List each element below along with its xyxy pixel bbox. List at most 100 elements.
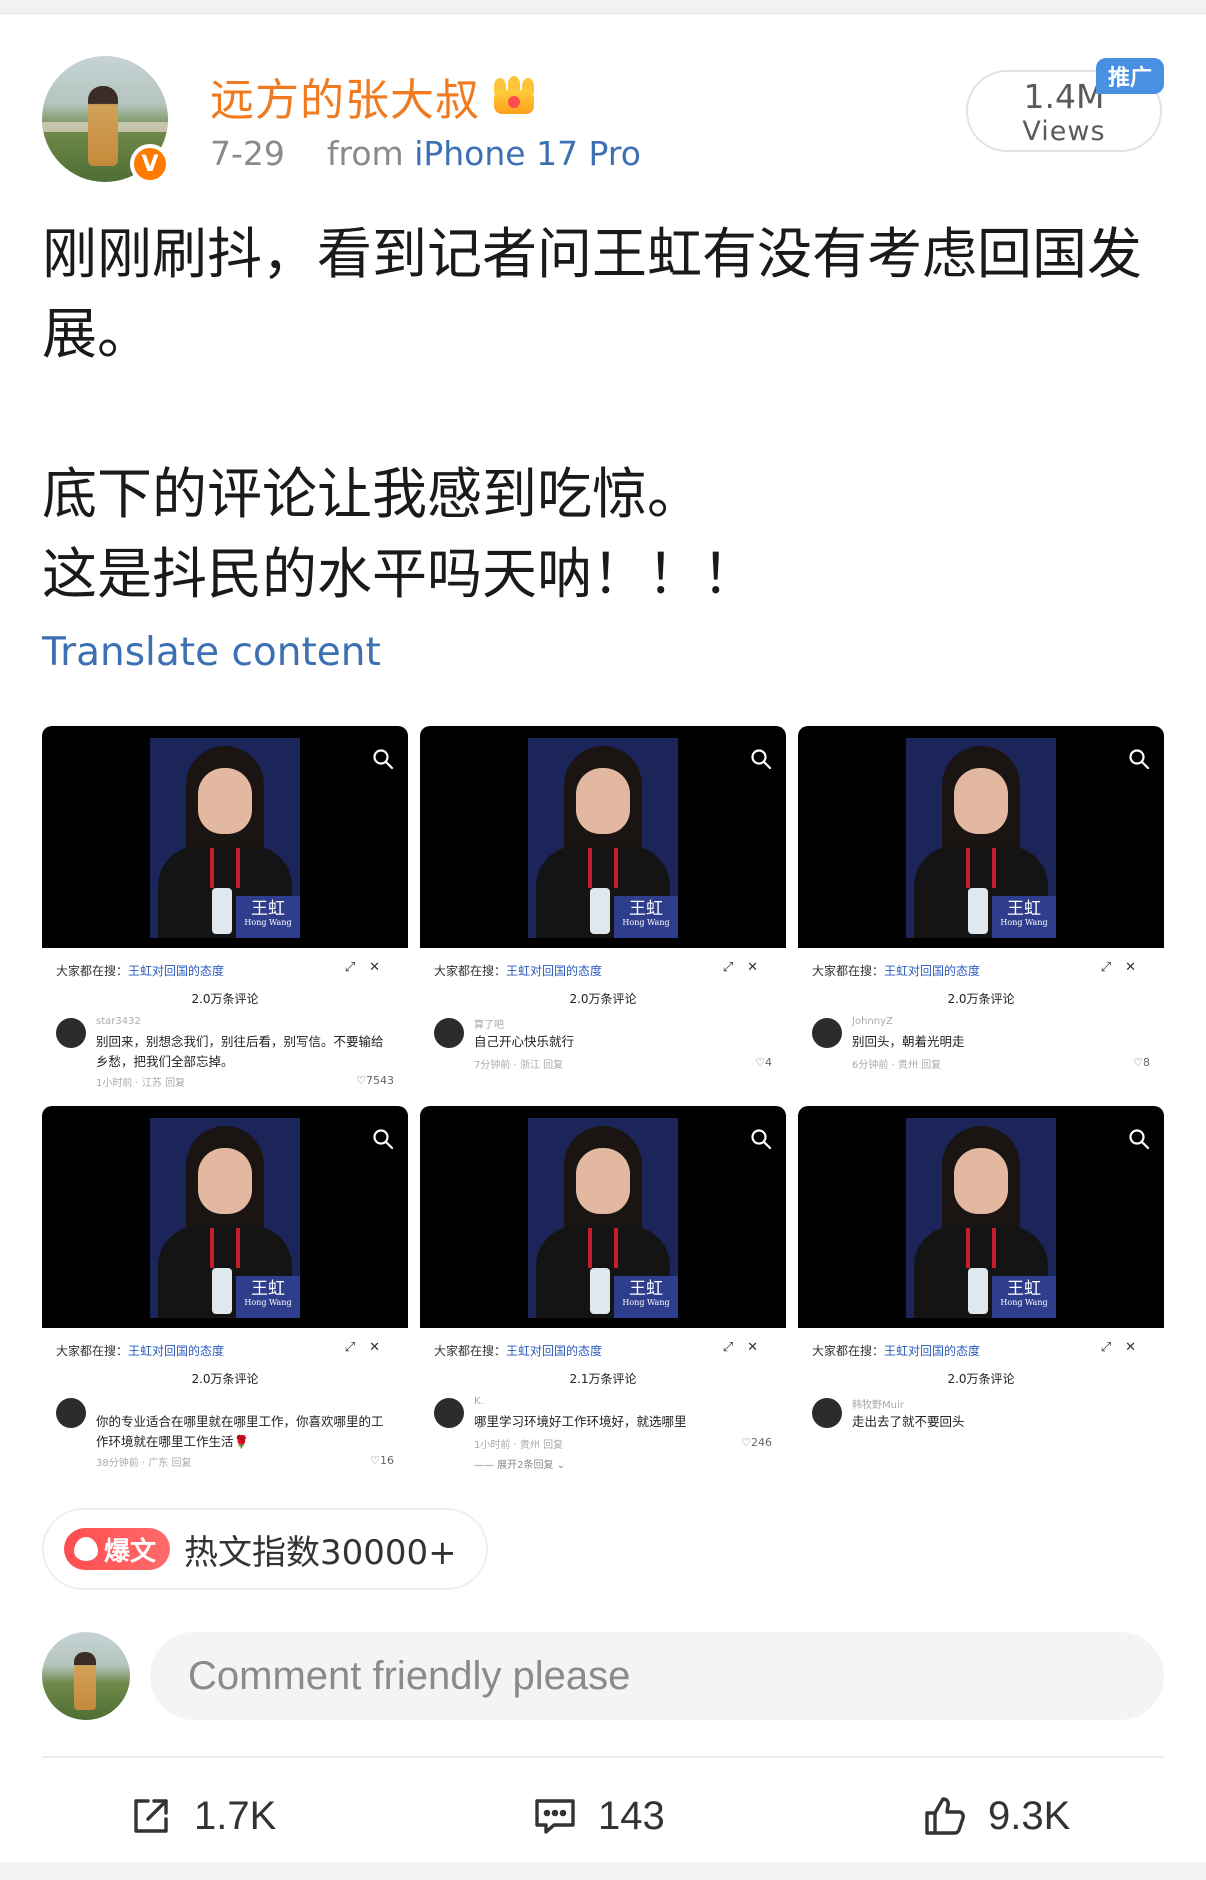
device-source[interactable]: iPhone 17 Pro — [414, 134, 641, 173]
comment-total: 2.0万条评论 — [947, 1372, 1015, 1386]
comment-panel: 大家都在搜：王虹对回国的态度 ⤢✕ 2.0万条评论韩牧野Muir 走出去了就不要回头 — [798, 1328, 1164, 1474]
my-avatar — [42, 1632, 130, 1720]
views-label: Views — [1022, 116, 1106, 147]
search-suggestion[interactable]: 大家都在搜：王虹对回国的态度 — [812, 962, 980, 979]
nameplate: 王虹 Hong Wang — [236, 1276, 300, 1318]
comment-likes[interactable]: ♡246 — [741, 1436, 772, 1449]
post-image[interactable]: 王虹 Hong Wang 大家都在搜：王虹对回国的态度 ⤢✕ 2.1万条评论 K. 哪里学习… — [420, 1106, 786, 1474]
video-frame: 王虹 Hong Wang — [798, 726, 1164, 948]
zoom-icon[interactable] — [750, 1128, 772, 1150]
share-icon — [134, 1799, 168, 1833]
post-line-1: 刚刚刷抖，看到记者问王虹有没有考虑回国发展。 — [42, 222, 1143, 366]
search-suggestion[interactable]: 大家都在搜：王虹对回国的态度 — [56, 962, 224, 979]
panel-controls[interactable]: ⤢✕ — [723, 1340, 772, 1355]
nameplate: 王虹 Hong Wang — [992, 896, 1056, 938]
post-image[interactable]: 王虹 Hong Wang 大家都在搜：王虹对回国的态度 ⤢✕ 2.0万条评论 star34… — [42, 726, 408, 1094]
post-image[interactable]: 王虹 Hong Wang 大家都在搜：王虹对回国的态度 ⤢✕ 2.0万条评论韩牧野Mui… — [798, 1106, 1164, 1474]
comment-panel: 大家都在搜：王虹对回国的态度 ⤢✕ 2.0万条评论 算了吧 自己开心快乐就行 7分钟前 ·… — [420, 948, 786, 1094]
comment-text: 你的专业适合在哪里就在哪里工作，你喜欢哪里的工作环境就在哪里工作生活🌹 — [96, 1414, 384, 1449]
flame-icon — [74, 1537, 98, 1561]
comment-meta: 1小时前 · 江苏 回复 — [96, 1078, 186, 1089]
post-image[interactable]: 王虹 Hong Wang 大家都在搜：王虹对回国的态度 ⤢✕ 2.0万条评论你的专业适合… — [42, 1106, 408, 1474]
search-suggestion[interactable]: 大家都在搜：王虹对回国的态度 — [56, 1342, 224, 1359]
panel-controls[interactable]: ⤢✕ — [345, 960, 394, 975]
search-suggestion[interactable]: 大家都在搜：王虹对回国的态度 — [812, 1342, 980, 1359]
post-image[interactable]: 王虹 Hong Wang 大家都在搜：王虹对回国的态度 ⤢✕ 2.0万条评论 算了吧 自己开… — [420, 726, 786, 1094]
comment-meta: 6分钟前 · 贵州 回复 — [852, 1060, 942, 1071]
nameplate: 王虹 Hong Wang — [236, 896, 300, 938]
post-image[interactable]: 王虹 Hong Wang 大家都在搜：王虹对回国的态度 ⤢✕ 2.0万条评论 Johnny… — [798, 726, 1164, 1094]
comment-button[interactable]: 143 — [532, 1786, 665, 1846]
panel-controls[interactable]: ⤢✕ — [1101, 960, 1150, 975]
speaker-frame: 王虹 Hong Wang — [528, 738, 678, 938]
zoom-icon[interactable] — [372, 1128, 394, 1150]
commenter-name: K. — [474, 1396, 484, 1407]
zoom-icon[interactable] — [372, 748, 394, 770]
comment-meta: 1小时前 · 贵州 回复 — [474, 1440, 564, 1451]
hot-tag-label: 爆文 — [104, 1536, 157, 1567]
panel-controls[interactable]: ⤢✕ — [1101, 1340, 1150, 1355]
author-name[interactable]: 远方的张大叔 — [210, 64, 536, 128]
comment-input[interactable]: Comment friendly please — [150, 1632, 1164, 1720]
author-name-text: 远方的张大叔 — [210, 75, 480, 126]
hot-index-badge[interactable]: 爆文 热文指数30000+ — [42, 1508, 488, 1590]
comment-likes[interactable]: ♡16 — [370, 1454, 394, 1467]
commenter-avatar — [812, 1398, 842, 1428]
action-bar: 1.7K 143 9.3K — [0, 1766, 1206, 1866]
post-line-4: 这是抖民的水平吗天呐！！！ — [42, 542, 758, 606]
zoom-icon[interactable] — [750, 748, 772, 770]
search-suggestion[interactable]: 大家都在搜：王虹对回国的态度 — [434, 1342, 602, 1359]
nameplate: 王虹 Hong Wang — [614, 1276, 678, 1318]
comment-likes[interactable]: ♡8 — [1133, 1056, 1150, 1069]
comment-panel: 大家都在搜：王虹对回国的态度 ⤢✕ 2.0万条评论 JohnnyZ 别回头，朝着光明走 6… — [798, 948, 1164, 1094]
commenter-avatar — [434, 1398, 464, 1428]
comment-likes[interactable]: ♡4 — [755, 1056, 772, 1069]
search-suggestion[interactable]: 大家都在搜：王虹对回国的态度 — [434, 962, 602, 979]
comment-text: 走出去了就不要回头 — [852, 1414, 965, 1429]
zoom-icon[interactable] — [1128, 1128, 1150, 1150]
comment-panel: 大家都在搜：王虹对回国的态度 ⤢✕ 2.0万条评论 star3432 别回来，别想念我们… — [42, 948, 408, 1094]
comment-text: 别回来，别想念我们，别往后看，别写信。不要输给乡愁，把我们全部忘掉。 — [96, 1034, 384, 1069]
video-frame: 王虹 Hong Wang — [42, 1106, 408, 1328]
nameplate: 王虹 Hong Wang — [992, 1276, 1056, 1318]
comment-likes[interactable]: ♡7543 — [356, 1074, 394, 1087]
divider — [42, 1756, 1164, 1758]
from-label: from — [326, 134, 404, 173]
crown-icon — [492, 76, 536, 116]
comment-total: 2.0万条评论 — [191, 992, 259, 1006]
speaker-frame: 王虹 Hong Wang — [150, 1118, 300, 1318]
comment-icon — [535, 1799, 575, 1834]
like-button[interactable]: 9.3K — [922, 1786, 1070, 1846]
post-date: 7-29 — [210, 134, 285, 173]
expand-replies[interactable]: —— 展开2条回复 ⌄ — [474, 1456, 565, 1471]
translate-link[interactable]: Translate content — [42, 630, 381, 675]
commenter-name: star3432 — [96, 1016, 141, 1027]
commenter-name: 韩牧野Muir — [852, 1400, 904, 1411]
bottom-strip — [0, 1862, 1206, 1880]
image-grid: 王虹 Hong Wang 大家都在搜：王虹对回国的态度 ⤢✕ 2.0万条评论 star34… — [42, 726, 1164, 1476]
promo-badge: 推广 — [1096, 58, 1164, 94]
author-avatar[interactable]: V — [42, 56, 170, 184]
commenter-avatar — [812, 1018, 842, 1048]
panel-controls[interactable]: ⤢✕ — [345, 1340, 394, 1355]
post-line-3: 底下的评论让我感到吃惊。 — [42, 462, 703, 526]
commenter-avatar — [434, 1018, 464, 1048]
comment-text: 别回头，朝着光明走 — [852, 1034, 965, 1049]
comment-meta: 38分钟前 · 广东 回复 — [96, 1458, 192, 1469]
speaker-frame: 王虹 Hong Wang — [150, 738, 300, 938]
hot-tag: 爆文 — [64, 1528, 171, 1570]
share-count: 1.7K — [194, 1793, 277, 1838]
speaker-frame: 王虹 Hong Wang — [906, 1118, 1056, 1318]
comment-total: 2.0万条评论 — [947, 992, 1015, 1006]
zoom-icon[interactable] — [1128, 748, 1150, 770]
verified-icon: V — [130, 144, 170, 184]
post-meta: 7-29 from iPhone 17 Pro — [210, 134, 641, 173]
comment-total: 2.0万条评论 — [569, 992, 637, 1006]
panel-controls[interactable]: ⤢✕ — [723, 960, 772, 975]
share-button[interactable]: 1.7K — [128, 1786, 276, 1846]
comment-total: 2.0万条评论 — [191, 1372, 259, 1386]
speaker-frame: 王虹 Hong Wang — [906, 738, 1056, 938]
speaker-frame: 王虹 Hong Wang — [528, 1118, 678, 1318]
post-body: 刚刚刷抖，看到记者问王虹有没有考虑回国发展。 底下的评论让我感到吃惊。 这是抖民… — [42, 214, 1172, 614]
commenter-name: 算了吧 — [474, 1020, 504, 1031]
